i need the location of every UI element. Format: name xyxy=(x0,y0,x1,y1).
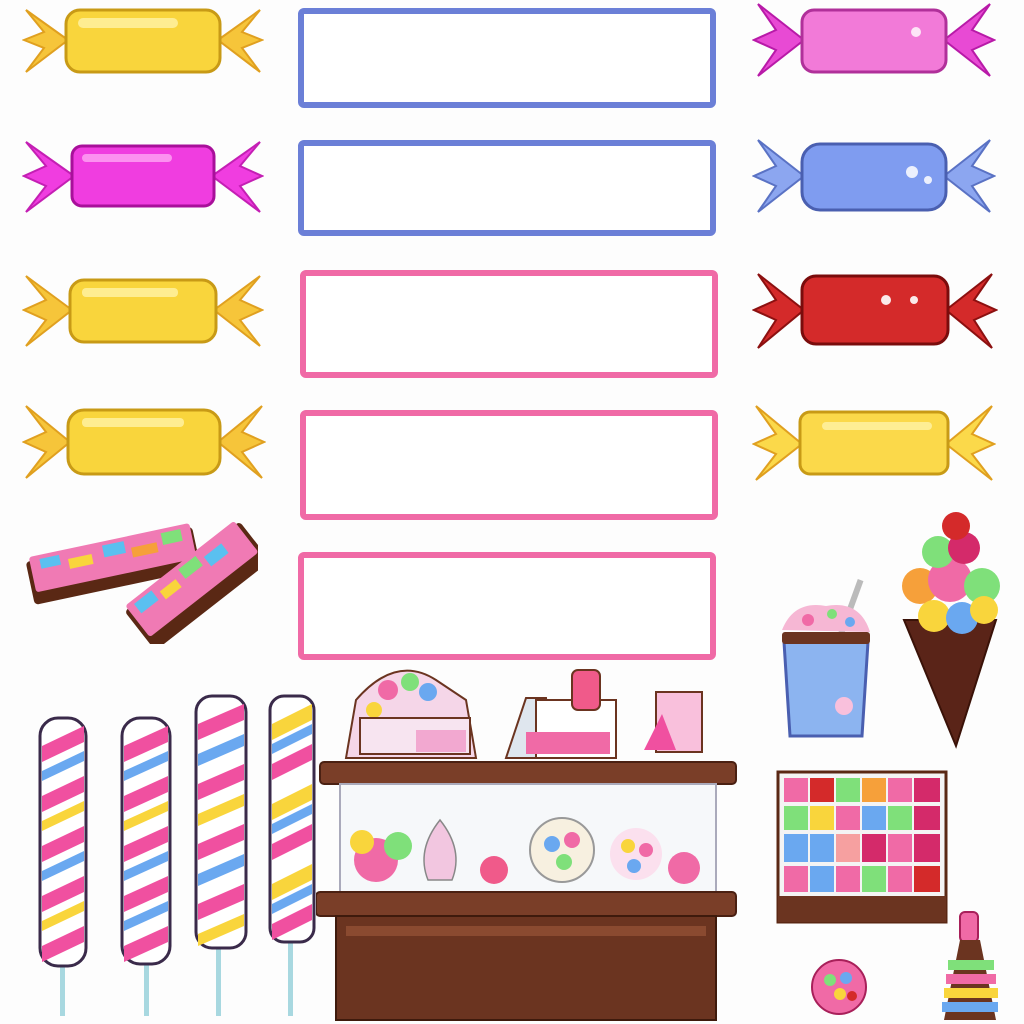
candy-slot-4[interactable] xyxy=(300,410,718,520)
chocolate-bars[interactable] xyxy=(22,504,258,644)
striped-lollipop-3[interactable] xyxy=(192,694,250,1016)
left-candy-3[interactable] xyxy=(22,270,264,350)
round-gumball[interactable] xyxy=(810,958,868,1016)
right-candy-2[interactable] xyxy=(752,136,996,216)
ice-cream-cone[interactable] xyxy=(898,510,1002,750)
striped-lollipop-1[interactable] xyxy=(36,716,90,1016)
right-candy-4[interactable] xyxy=(752,404,996,482)
candy-slot-2[interactable] xyxy=(298,140,716,236)
left-candy-1[interactable] xyxy=(22,2,264,78)
left-candy-2[interactable] xyxy=(22,136,264,216)
milkshake-cup[interactable] xyxy=(774,576,878,740)
striped-lollipop-2[interactable] xyxy=(118,716,174,1016)
candy-box[interactable] xyxy=(776,770,948,924)
right-candy-3[interactable] xyxy=(752,270,998,352)
candy-slot-3[interactable] xyxy=(300,270,718,378)
layered-cake-slice[interactable] xyxy=(936,910,1002,1022)
candy-shop-counter xyxy=(316,640,740,1022)
striped-lollipop-4[interactable] xyxy=(266,694,318,1016)
right-candy-1[interactable] xyxy=(752,0,996,80)
candy-slot-1[interactable] xyxy=(298,8,716,108)
left-candy-4[interactable] xyxy=(22,402,266,482)
